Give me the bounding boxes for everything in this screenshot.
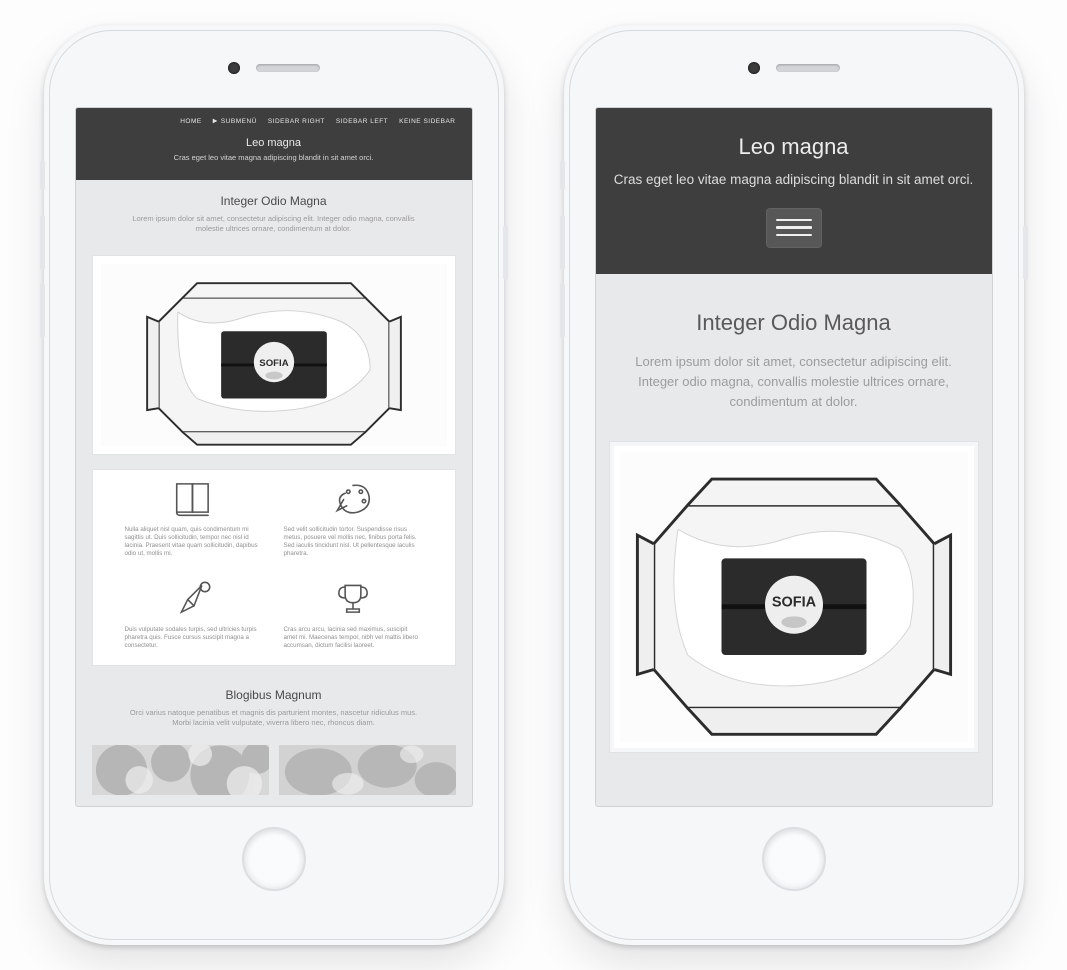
svg-text:SOFIA: SOFIA [771,595,816,611]
screen-mobile-layout: Leo magna Cras eget leo vitae magna adip… [595,107,993,807]
intro-heading: Integer Odio Magna [616,310,972,336]
blog-lead: Orci varius natoque penatibus et magnis … [124,708,424,729]
phone-top-hardware [748,57,840,79]
site-subtitle: Cras eget leo vitae magna adipiscing bla… [610,170,978,190]
site-subtitle: Cras eget leo vitae magna adipiscing bla… [86,153,462,164]
home-button[interactable] [242,827,306,891]
trophy-icon [329,576,377,620]
blog-image-row [76,745,472,795]
svg-text:SOFIA: SOFIA [259,357,288,368]
volume-up-button [560,215,565,270]
phone-top-hardware [228,57,320,79]
phone-mockup-desktop-view: HOME ▶SUBMENÜ SIDEBAR RIGHT SIDEBAR LEFT… [44,25,504,945]
intro-lead: Lorem ipsum dolor sit amet, consectetur … [616,352,972,412]
feature-text: Nulla aliquet nisl quam, quis condimentu… [125,526,264,558]
phone-mockup-mobile-view: Leo magna Cras eget leo vitae magna adip… [564,25,1024,945]
blog-thumbnail[interactable] [92,745,269,795]
mute-switch [40,160,45,190]
blog-heading: Blogibus Magnum [106,688,442,702]
feature-text: Duis vulputate sodales turpis, sed ultri… [125,626,264,650]
blog-thumbnail[interactable] [279,745,456,795]
home-button[interactable] [762,827,826,891]
volume-down-button [40,283,45,338]
front-camera-icon [748,62,760,74]
product-image-card: SOFIA [92,255,456,456]
feature-trophy: Cras arcu arcu, lacinia sed maximus, sus… [284,576,423,650]
intro-lead: Lorem ipsum dolor sit amet, consectetur … [124,214,424,235]
hamburger-line-icon [776,219,812,222]
site-header: Leo magna Cras eget leo vitae magna adip… [596,108,992,274]
intro-heading: Integer Odio Magna [106,194,442,208]
front-camera-icon [228,62,240,74]
feature-text: Sed velit sollicitudin tortor. Suspendis… [284,526,423,558]
hamburger-line-icon [776,234,812,237]
power-button [503,225,508,280]
power-button [1023,225,1028,280]
art-icon [329,476,377,520]
nav-item-home[interactable]: HOME [180,118,202,125]
screen-desktop-layout: HOME ▶SUBMENÜ SIDEBAR RIGHT SIDEBAR LEFT… [75,107,473,807]
features-grid: Nulla aliquet nisl quam, quis condimentu… [92,469,456,665]
pen-icon [170,576,218,620]
product-image-card: SOFIA [610,442,978,752]
site-title: Leo magna [610,134,978,160]
submenu-indicator-icon: ▶ [213,118,218,125]
feature-text: Cras arcu arcu, lacinia sed maximus, sus… [284,626,423,650]
book-icon [170,476,218,520]
site-title: Leo magna [86,137,462,149]
mute-switch [560,160,565,190]
nav-item-submenu[interactable]: ▶SUBMENÜ [213,118,257,125]
speaker-slot-icon [256,64,320,72]
menu-toggle-button[interactable] [766,208,822,248]
nav-item-no-sidebar[interactable]: KEINE SIDEBAR [399,118,455,125]
volume-up-button [40,215,45,270]
nav-item-sidebar-right[interactable]: SIDEBAR RIGHT [268,118,325,125]
feature-pen: Duis vulputate sodales turpis, sed ultri… [125,576,264,650]
feature-art: Sed velit sollicitudin tortor. Suspendis… [284,476,423,558]
volume-down-button [560,283,565,338]
intro-section: Integer Odio Magna Lorem ipsum dolor sit… [76,180,472,251]
site-header: HOME ▶SUBMENÜ SIDEBAR RIGHT SIDEBAR LEFT… [76,108,472,180]
nav-item-sidebar-left[interactable]: SIDEBAR LEFT [336,118,388,125]
top-navigation: HOME ▶SUBMENÜ SIDEBAR RIGHT SIDEBAR LEFT… [86,114,462,133]
intro-section: Integer Odio Magna Lorem ipsum dolor sit… [596,274,992,442]
product-box-illustration: SOFIA [101,264,447,447]
product-box-illustration: SOFIA [620,452,968,742]
speaker-slot-icon [776,64,840,72]
hamburger-line-icon [776,226,812,229]
feature-book: Nulla aliquet nisl quam, quis condimentu… [125,476,264,558]
blog-section: Blogibus Magnum Orci varius natoque pena… [76,680,472,745]
